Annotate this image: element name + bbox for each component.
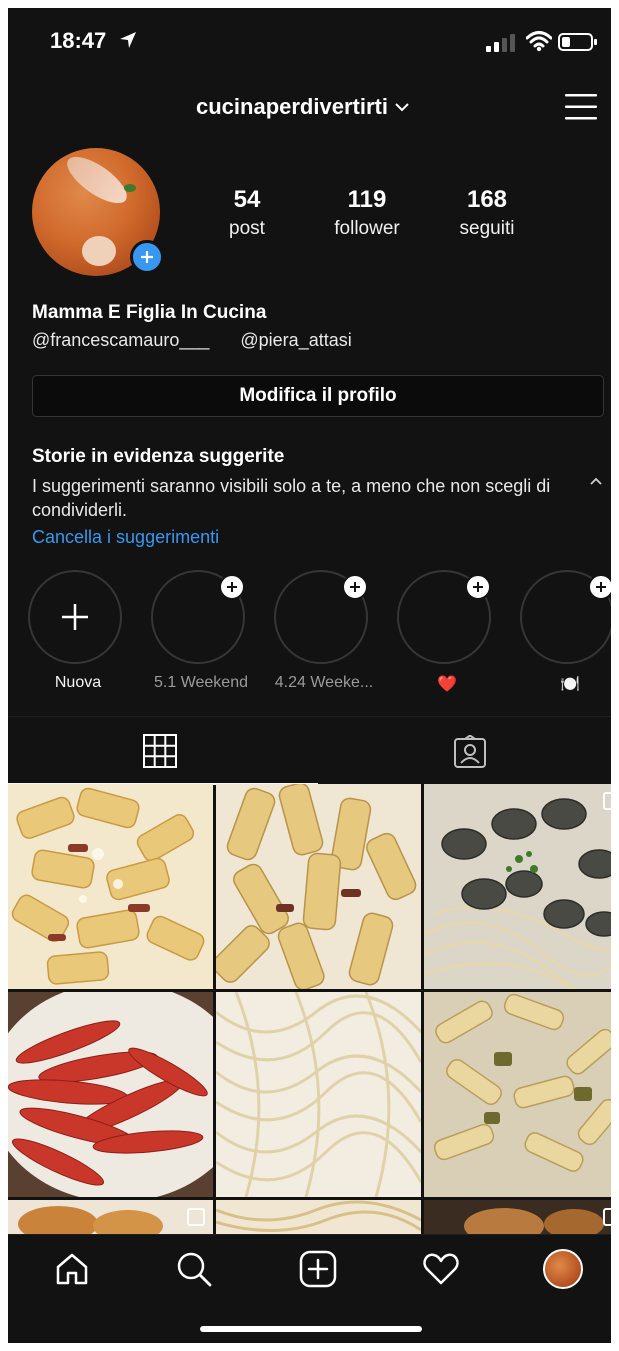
tagged-icon[interactable]	[452, 735, 488, 771]
new-post-icon[interactable]	[298, 1249, 338, 1289]
highlight-circle	[151, 570, 245, 664]
highlight-label: Nuova	[54, 674, 102, 691]
highlight-circle	[397, 570, 491, 664]
stat-label: follower	[334, 218, 400, 239]
stat-value: 168	[466, 186, 508, 213]
profile-header: cucinaperdivertirti	[8, 86, 611, 134]
post-thumbnail[interactable]	[8, 992, 213, 1197]
post-thumbnail[interactable]	[424, 992, 611, 1197]
profile-tabs	[8, 716, 611, 785]
status-time: 18:47	[50, 28, 107, 53]
stat-label: post	[229, 218, 265, 239]
profile-screen: 18:47 cucinaperdivertirti 54 post 119 fo…	[8, 8, 611, 1343]
post-thumbnail[interactable]	[424, 784, 611, 989]
highlight-item[interactable]: 4.24 Weeke...	[274, 570, 374, 692]
highlight-item[interactable]: 🍽️	[520, 570, 611, 694]
highlight-circle	[28, 570, 122, 664]
carousel-indicator-icon	[187, 1208, 205, 1226]
post-thumbnail[interactable]	[216, 784, 421, 989]
add-story-button[interactable]	[130, 240, 164, 274]
highlight-label: ❤️	[437, 676, 457, 693]
plus-icon	[596, 582, 606, 592]
add-highlight-badge[interactable]	[588, 574, 611, 600]
highlight-circle	[520, 570, 611, 664]
menu-hamburger-icon[interactable]	[564, 92, 598, 122]
stat-label: seguiti	[459, 218, 515, 239]
posts-grid	[8, 784, 611, 1234]
profile-display-name: Mamma E Figlia In Cucina	[32, 302, 267, 323]
suggested-highlights-text: I suggerimenti saranno visibili solo a t…	[32, 476, 551, 520]
post-thumbnail[interactable]	[216, 1200, 421, 1234]
post-thumbnail[interactable]	[8, 784, 213, 989]
heart-icon[interactable]	[421, 1249, 461, 1289]
profile-avatar-icon[interactable]	[543, 1249, 583, 1289]
post-thumbnail[interactable]	[424, 1200, 611, 1234]
plus-icon	[350, 582, 360, 592]
highlight-label: 5.1 Weekend	[154, 674, 248, 691]
clear-suggestions-link[interactable]: Cancella i suggerimenti	[32, 527, 219, 548]
plus-icon	[62, 604, 88, 630]
suggested-highlights-title: Storie in evidenza suggerite	[32, 446, 285, 467]
fusilli-eggplant-photo	[424, 992, 611, 1197]
mention-link[interactable]: @francescamauro___	[32, 330, 209, 350]
stat-value: 54	[233, 186, 261, 213]
highlight-label: 4.24 Weeke...	[274, 674, 374, 691]
spaghetti-vongole-photo	[424, 784, 611, 989]
grid-icon[interactable]	[142, 733, 178, 769]
highlight-item[interactable]: 5.1 Weekend	[151, 570, 251, 692]
highlight-label: 🍽️	[560, 676, 580, 693]
home-indicator[interactable]	[200, 1326, 422, 1332]
add-highlight-badge[interactable]	[342, 574, 368, 600]
highlight-circle	[274, 570, 368, 664]
stat-followers[interactable]: 119 follower	[312, 186, 422, 240]
plus-icon	[141, 251, 153, 263]
plus-icon	[227, 582, 237, 592]
chevron-down-icon	[395, 103, 409, 112]
cellular-signal-icon	[486, 34, 515, 52]
stat-following[interactable]: 168 seguiti	[432, 186, 542, 240]
username-title: cucinaperdivertirti	[196, 94, 388, 119]
avatar-shrimp-shape	[82, 236, 116, 266]
mention-link[interactable]: @piera_attasi	[240, 330, 351, 350]
stat-value: 119	[347, 186, 387, 213]
spaghetti-cacio-pepe-photo	[216, 992, 421, 1197]
post-thumbnail[interactable]	[8, 1200, 213, 1234]
stat-posts[interactable]: 54 post	[192, 186, 302, 240]
add-highlight-badge[interactable]	[219, 574, 245, 600]
post-thumbnail[interactable]	[216, 992, 421, 1197]
carousel-indicator-icon	[603, 1208, 611, 1226]
bio-mentions: @francescamauro___ @piera_attasi	[32, 330, 378, 351]
highlight-new[interactable]: Nuova	[28, 570, 128, 692]
location-arrow-icon	[120, 32, 136, 48]
avatar-shrimp-shape	[60, 148, 134, 212]
red-prawns-photo	[8, 992, 213, 1197]
rigatoni-guanciale-photo	[216, 784, 421, 989]
highlight-item[interactable]: ❤️	[397, 570, 497, 694]
pasta-photo	[216, 1200, 421, 1234]
account-switcher[interactable]: cucinaperdivertirti	[196, 94, 410, 120]
rigatoni-carbonara-photo	[8, 784, 213, 989]
home-icon[interactable]	[52, 1249, 92, 1289]
status-bar: 18:47	[8, 8, 611, 78]
add-highlight-badge[interactable]	[465, 574, 491, 600]
chevron-up-icon[interactable]	[588, 474, 604, 488]
battery-icon	[558, 33, 597, 51]
meatballs-photo	[424, 1200, 611, 1234]
search-icon[interactable]	[174, 1249, 214, 1289]
carousel-indicator-icon	[603, 792, 611, 810]
fried-food-photo	[8, 1200, 213, 1234]
plus-icon	[473, 582, 483, 592]
wifi-icon	[526, 31, 552, 52]
edit-profile-button[interactable]: Modifica il profilo	[32, 375, 604, 417]
avatar-herb-shape	[124, 184, 136, 192]
